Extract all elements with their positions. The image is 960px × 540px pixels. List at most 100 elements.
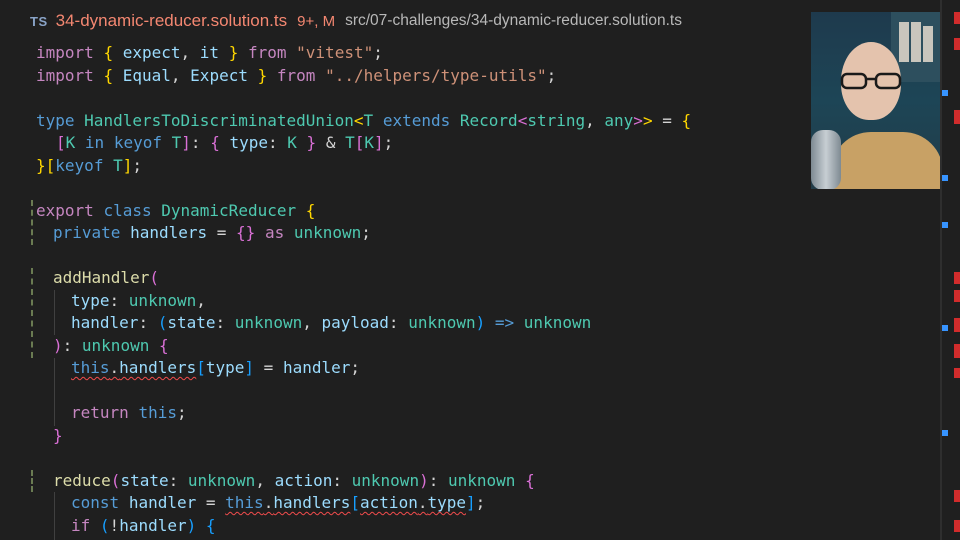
code-line: this.handlers[type] = handler; (71, 357, 360, 380)
token: "../helpers/type-utils" (325, 66, 547, 85)
token: ; (383, 133, 394, 152)
token: handler (282, 358, 351, 377)
token: Expect (190, 66, 248, 85)
token: ; (546, 66, 557, 85)
token: as (264, 223, 285, 242)
token: unknown (128, 291, 197, 310)
error-squiggle[interactable]: this.handlers (71, 358, 196, 377)
token: , (170, 66, 181, 85)
token: , (196, 291, 206, 310)
token: Equal (122, 66, 171, 85)
token: K (287, 133, 297, 152)
token: keyof (55, 156, 104, 175)
code-line: addHandler( (53, 267, 159, 290)
shelf-box (899, 22, 909, 62)
token: handlers (130, 223, 208, 242)
token: ] (374, 133, 384, 152)
token: {} (236, 223, 256, 242)
token: unknown (293, 223, 362, 242)
token: handler (128, 493, 197, 512)
indent-guide (31, 200, 33, 245)
error-marker (954, 344, 960, 358)
error-squiggle[interactable]: this.handlers (225, 493, 350, 512)
token: in (84, 133, 105, 152)
token: { (103, 43, 114, 62)
token: DynamicReducer (161, 201, 297, 220)
token: import (36, 43, 94, 62)
code-line: type HandlersToDiscriminatedUnion<T exte… (36, 110, 691, 133)
token: extends (382, 111, 451, 130)
shelf-box (923, 26, 933, 62)
error-marker (954, 368, 960, 378)
token: : (388, 313, 409, 332)
token: : (138, 313, 158, 332)
error-marker (954, 110, 960, 124)
token: > (633, 111, 643, 130)
code-line: reduce(state: unknown, action: unknown):… (53, 470, 535, 493)
token: ; (176, 403, 187, 422)
token: Record (459, 111, 518, 130)
token: { (103, 66, 114, 85)
token: . (263, 493, 274, 512)
token: export (36, 201, 94, 220)
token: : (62, 336, 82, 355)
token: type (205, 358, 245, 377)
token: < (353, 111, 364, 130)
token: K (364, 133, 375, 152)
code-line: } (53, 425, 63, 448)
editor-scrollbar[interactable] (940, 0, 960, 540)
error-marker (954, 490, 960, 502)
code-line: [K in keyof T]: { type: K } & T[K]; (56, 132, 393, 155)
token: action (274, 471, 333, 490)
token: = (652, 111, 682, 130)
breadcrumb-path[interactable]: src/07-challenges/34-dynamic-reducer.sol… (345, 12, 682, 30)
code-line: const handler = this.handlers[action.typ… (71, 492, 485, 515)
token: unknown (447, 471, 516, 490)
token: : (109, 291, 129, 310)
change-marker (942, 222, 948, 228)
token: handler (119, 516, 187, 535)
code-line: return this; (71, 402, 187, 425)
error-marker (954, 318, 960, 332)
token: : (190, 133, 211, 152)
token: it (199, 43, 220, 62)
token: , (180, 43, 191, 62)
token: payload (321, 313, 389, 332)
token: expect (122, 43, 181, 62)
token: action (360, 493, 418, 512)
shelf-box (911, 22, 921, 62)
error-squiggle[interactable]: action.type (360, 493, 466, 512)
token: ; (132, 156, 143, 175)
code-line: private handlers = {} as unknown; (53, 222, 371, 245)
code-line: ): unknown { (53, 335, 169, 358)
token: { (525, 471, 535, 490)
token: handler (71, 313, 139, 332)
token: = (196, 493, 226, 512)
token: => (485, 313, 524, 332)
change-marker (942, 430, 948, 436)
token: type (427, 493, 466, 512)
token: ( (110, 471, 121, 490)
token: keyof (113, 133, 162, 152)
token: { (205, 516, 216, 535)
scroll-track[interactable] (940, 0, 942, 540)
token: ; (361, 223, 371, 242)
token: unknown (81, 336, 150, 355)
code-line: type: unknown, (71, 290, 206, 313)
token: this (71, 358, 110, 377)
token: state (167, 313, 216, 332)
token: ] (181, 133, 191, 152)
token: ; (373, 43, 383, 62)
token: [ (350, 493, 361, 512)
token: handlers (119, 358, 197, 377)
token: T (363, 111, 374, 130)
indent-guide (31, 470, 33, 492)
error-marker (954, 290, 960, 302)
token: ] (122, 156, 133, 175)
token: ( (149, 268, 159, 287)
tab-filename[interactable]: 34-dynamic-reducer.solution.ts (56, 11, 288, 31)
token: { (210, 133, 220, 152)
token: : (215, 313, 235, 332)
token: unknown (408, 313, 476, 332)
token: unknown (523, 313, 592, 332)
